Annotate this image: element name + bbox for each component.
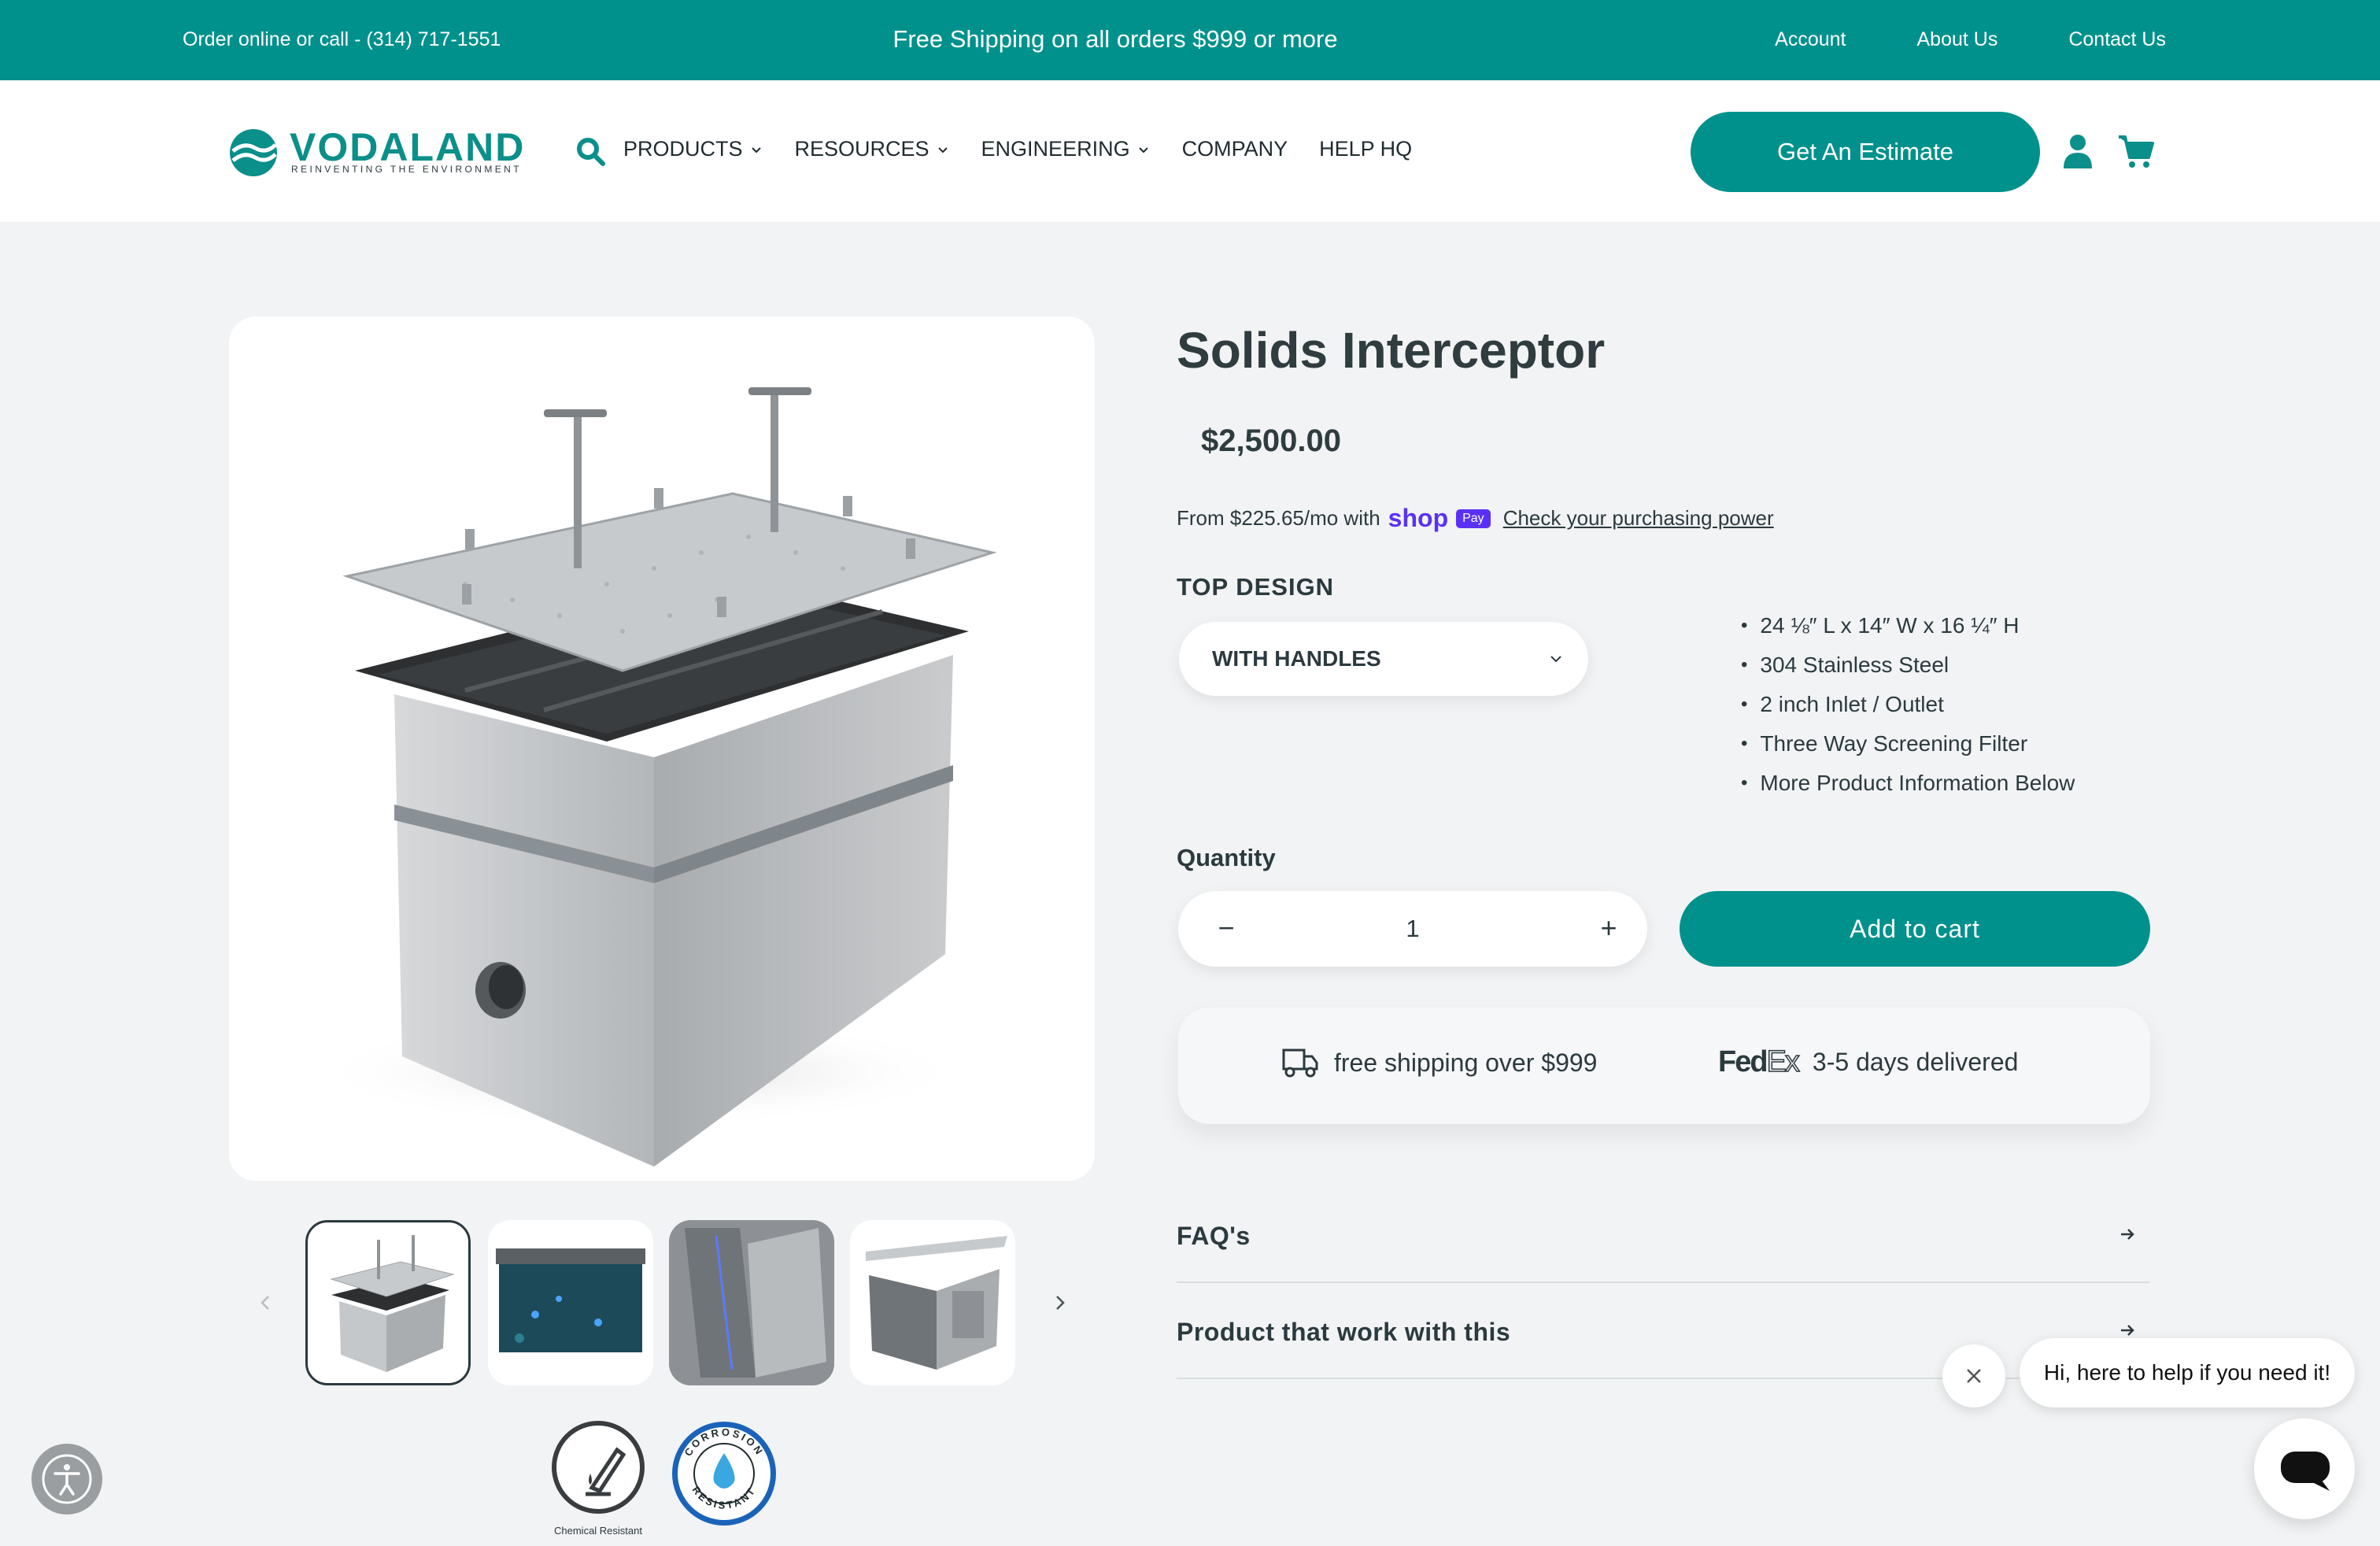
nav-company-label: COMPANY: [1181, 137, 1288, 161]
thumbnail-1-image: [330, 1235, 455, 1372]
user-icon[interactable]: [2062, 132, 2094, 170]
interceptor-illustration: [308, 387, 997, 1167]
chemical-resistant-badge: Chemical Resistant: [545, 1418, 652, 1537]
quantity-stepper: − +: [1178, 891, 1647, 967]
shop-pay-badge: Pay: [1456, 509, 1491, 528]
accessibility-button[interactable]: [31, 1444, 102, 1515]
product-title: Solids Interceptor: [1177, 322, 1606, 379]
nav-engineering-label: ENGINEERING: [981, 137, 1130, 161]
search-icon[interactable]: [575, 135, 606, 167]
feature-item: 2 inch Inlet / Outlet: [1741, 685, 2075, 724]
chevron-down-icon: [937, 146, 948, 153]
quantity-input[interactable]: [1296, 907, 1529, 951]
truck-icon: [1282, 1049, 1318, 1078]
thumbnail-2[interactable]: [488, 1220, 653, 1385]
free-shipping-info: free shipping over $999: [1281, 1045, 1597, 1080]
nav-company[interactable]: COMPANY: [1182, 137, 1288, 161]
thumbnail-next-icon[interactable]: [1048, 1291, 1072, 1315]
chemical-resistant-icon: [552, 1421, 645, 1514]
fedex-logo-fed: Fed: [1718, 1045, 1768, 1078]
chat-launcher-button[interactable]: [2254, 1418, 2355, 1519]
main-nav: PRODUCTS RESOURCES ENGINEERING COMPANY H…: [623, 137, 1412, 161]
account-link[interactable]: Account: [1775, 28, 1846, 51]
main-product-image[interactable]: [229, 316, 1095, 1181]
thumbnail-2-image: [496, 1248, 645, 1352]
nav-products-label: PRODUCTS: [623, 137, 743, 161]
chat-dismiss-button[interactable]: [1942, 1344, 2005, 1407]
installments-row: From $225.65/mo with shop Pay Check your…: [1177, 504, 1774, 533]
logo-tagline: REINVENTING THE ENVIRONMENT: [291, 164, 522, 175]
purchasing-power-link[interactable]: Check your purchasing power: [1503, 506, 1774, 531]
faq-accordion-label: FAQ's: [1177, 1222, 1251, 1250]
quantity-decrease-button[interactable]: −: [1207, 908, 1246, 948]
top-design-label: TOP DESIGN: [1177, 573, 1335, 601]
feature-item: Three Way Screening Filter: [1741, 724, 2075, 764]
arrow-right-icon: [2121, 1325, 2134, 1336]
cart-icon[interactable]: [2117, 132, 2155, 170]
site-header: VODALAND REINVENTING THE ENVIRONMENT PRO…: [0, 80, 2380, 222]
delivery-text: 3-5 days delivered: [1812, 1048, 2019, 1076]
related-products-label: Product that work with this: [1177, 1318, 1511, 1346]
thumbnail-3-image: [669, 1220, 834, 1385]
thumbnail-prev-icon[interactable]: [253, 1291, 277, 1315]
nav-resources-label: RESOURCES: [794, 137, 929, 161]
feature-item: 304 Stainless Steel: [1741, 645, 2075, 685]
chevron-down-icon: [1138, 146, 1148, 153]
corrosion-resistant-badge: CORROSION RESISTANT: [669, 1418, 779, 1533]
nav-resources[interactable]: RESOURCES: [795, 137, 950, 161]
top-design-select[interactable]: WITH HANDLES: [1179, 622, 1588, 696]
contact-us-link[interactable]: Contact Us: [2068, 28, 2166, 51]
nav-help-hq[interactable]: HELP HQ: [1319, 137, 1412, 161]
product-price: $2,500.00: [1201, 423, 1341, 458]
nav-help-hq-label: HELP HQ: [1319, 137, 1413, 161]
get-estimate-button[interactable]: Get An Estimate: [1691, 112, 2040, 192]
feature-item: 24 ⅛″ L x 14″ W x 16 ¼″ H: [1741, 606, 2075, 645]
nav-engineering[interactable]: ENGINEERING: [981, 137, 1151, 161]
chevron-down-icon: [751, 146, 761, 153]
quantity-increase-button[interactable]: +: [1589, 908, 1628, 948]
feature-item: More Product Information Below: [1741, 764, 2075, 803]
arrow-right-icon: [2121, 1229, 2134, 1240]
logo-wave-icon: [230, 129, 277, 176]
thumbnail-4[interactable]: [850, 1220, 1015, 1385]
about-us-link[interactable]: About Us: [1916, 28, 1998, 51]
chat-icon: [2281, 1452, 2330, 1491]
chat-greeting[interactable]: Hi, here to help if you need it!: [2020, 1338, 2355, 1407]
top-design-value: WITH HANDLES: [1212, 646, 1381, 671]
thumbnail-3[interactable]: [669, 1220, 834, 1385]
nav-products[interactable]: PRODUCTS: [623, 137, 763, 161]
quantity-label: Quantity: [1177, 844, 1276, 871]
announcement-bar: Order online or call - (314) 717-1551 Fr…: [0, 0, 2380, 80]
close-icon: [1967, 1369, 1981, 1383]
shipping-info-card: free shipping over $999 FedEx 3-5 days d…: [1178, 1008, 2150, 1124]
thumbnail-4-image: [866, 1236, 1007, 1370]
accessibility-icon: [42, 1454, 92, 1504]
fedex-logo-ex: Ex: [1766, 1045, 1801, 1079]
top-links: Account About Us Contact Us: [1775, 28, 2166, 51]
chevron-down-icon: [1550, 656, 1561, 663]
installments-text: From $225.65/mo with: [1177, 506, 1380, 530]
logo[interactable]: VODALAND REINVENTING THE ENVIRONMENT: [228, 124, 535, 179]
corrosion-resistant-icon: CORROSION RESISTANT: [672, 1422, 776, 1526]
chemical-resistant-label: Chemical Resistant: [554, 1525, 642, 1537]
delivery-info: FedEx 3-5 days delivered: [1718, 1045, 2018, 1079]
faq-accordion[interactable]: FAQ's: [1177, 1189, 2149, 1283]
feature-list: 24 ⅛″ L x 14″ W x 16 ¼″ H 304 Stainless …: [1741, 606, 2075, 803]
fedex-logo: FedEx: [1718, 1045, 1801, 1079]
add-to-cart-button[interactable]: Add to cart: [1680, 891, 2150, 967]
shop-pay-logo: shop: [1388, 504, 1449, 532]
thumbnail-1[interactable]: [305, 1220, 471, 1385]
free-shipping-text: free shipping over $999: [1334, 1048, 1598, 1077]
